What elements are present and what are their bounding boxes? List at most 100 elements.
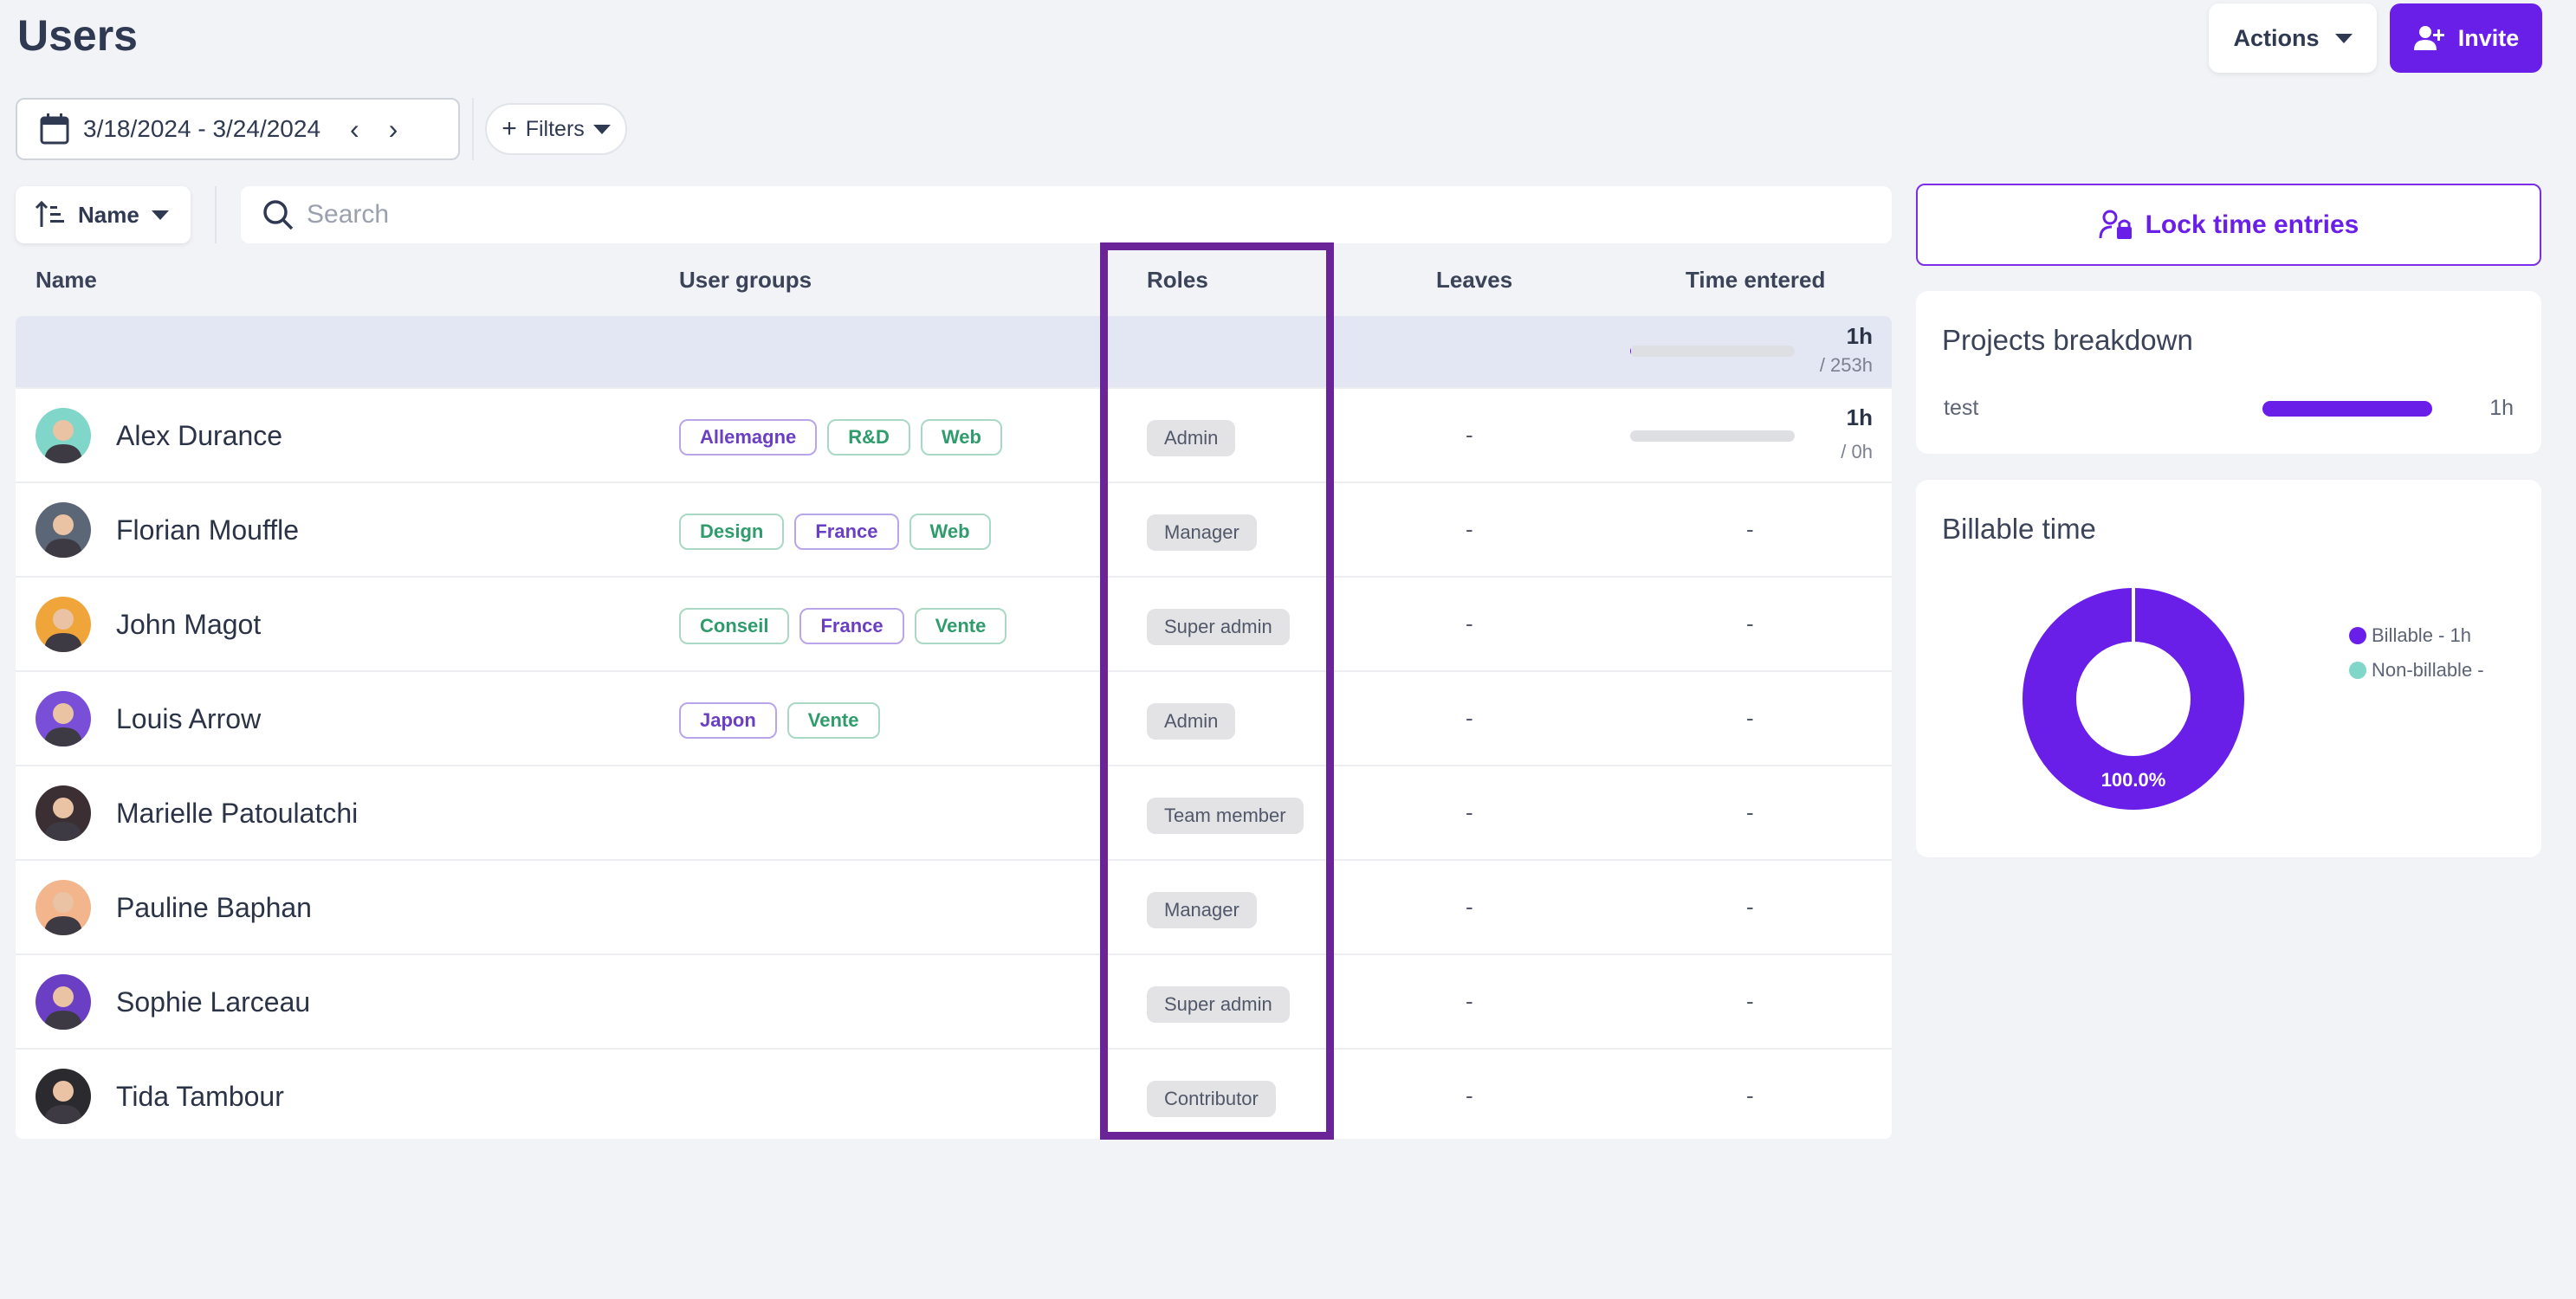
avatar [36,974,91,1030]
users-table: 1h / 253h Alex Durance Allemagne R&D Web Adm… [16,316,1892,1139]
page-title: Users [17,11,138,60]
table-row[interactable]: Marielle Patoulatchi Team member - - [16,765,1892,859]
filters-button[interactable]: + Filters [485,103,627,155]
total-capacity: / 253h [1819,354,1873,376]
search-icon [263,200,294,230]
time-entered-value: 1h [1846,404,1873,430]
group-tag[interactable]: Vente [914,608,1007,644]
time-entered-value: - [1746,611,1754,637]
time-entered-value: - [1746,516,1754,542]
invite-label: Invite [2457,24,2520,51]
divider [472,98,474,160]
projects-title: Projects breakdown [1942,324,2193,356]
user-name[interactable]: Louis Arrow [116,703,261,735]
search-box[interactable] [241,186,1892,243]
avatar [36,502,91,558]
leaves-value: - [1466,611,1473,637]
billable-donut-chart: 100.0% [2023,588,2244,810]
total-row: 1h / 253h [16,316,1892,387]
user-groups: Conseil France Vente [679,608,1007,644]
group-tag[interactable]: Japon [679,702,777,739]
actions-button[interactable]: Actions [2209,3,2377,73]
time-capacity: / 0h [1841,441,1873,462]
user-groups: Design France Web [679,514,991,550]
billable-title: Billable time [1942,513,2096,545]
table-row[interactable]: Pauline Baphan Manager - - [16,859,1892,953]
time-progress-bar [1630,430,1795,442]
time-entered-value: - [1746,894,1754,920]
plus-icon: + [502,114,517,143]
column-header-time[interactable]: Time entered [1686,267,1825,294]
avatar [36,785,91,841]
roles-column-highlight [1100,242,1334,1140]
leaves-value: - [1466,799,1473,825]
sort-button[interactable]: Name [16,186,191,243]
table-row[interactable]: Alex Durance Allemagne R&D Web Admin -1h/ 0h [16,387,1892,481]
user-name[interactable]: Pauline Baphan [116,892,312,924]
group-tag[interactable]: France [799,608,904,644]
date-range-picker[interactable]: 3/18/2024 - 3/24/2024 ‹ › [16,98,460,160]
total-progress-bar [1630,346,1795,357]
table-row[interactable]: Tida Tambour Contributor - - [16,1048,1892,1139]
sort-label: Name [78,201,139,228]
legend-item-non-billable: Non-billable - [2349,653,2484,688]
lock-label: Lock time entries [2145,210,2359,239]
user-groups: Japon Vente [679,702,880,739]
user-name[interactable]: Sophie Larceau [116,986,310,1018]
project-value: 1h [2489,396,2514,420]
group-tag[interactable]: Vente [786,702,880,739]
user-plus-icon [2413,26,2444,50]
column-header-leaves[interactable]: Leaves [1436,267,1512,294]
lock-time-entries-button[interactable]: Lock time entries [1916,184,2541,266]
leaves-value: - [1466,894,1473,920]
group-tag[interactable]: France [794,514,899,550]
time-entered-value: - [1746,799,1754,825]
divider [215,186,217,243]
leaves-value: - [1466,516,1473,542]
time-entered-value: - [1746,1082,1754,1108]
user-name[interactable]: Florian Mouffle [116,514,299,546]
group-tag[interactable]: R&D [827,419,910,456]
total-time: 1h [1846,323,1873,349]
invite-button[interactable]: Invite [2390,3,2542,73]
project-name: test [1944,396,1979,420]
chevron-right-icon[interactable]: › [389,113,398,145]
avatar [36,880,91,935]
legend-label-non-billable: Non-billable - [2372,659,2484,681]
user-name[interactable]: Tida Tambour [116,1081,284,1113]
user-lock-icon [2099,210,2132,239]
non-billable-dot-icon [2349,662,2366,679]
group-tag[interactable]: Web [909,514,991,550]
column-header-groups[interactable]: User groups [679,267,812,294]
project-bar [2262,401,2432,417]
caret-down-icon [2334,33,2353,43]
user-name[interactable]: Marielle Patoulatchi [116,798,358,830]
user-name[interactable]: Alex Durance [116,420,282,452]
table-row[interactable]: John Magot Conseil France Vente Super admin -… [16,576,1892,670]
chevron-left-icon[interactable]: ‹ [350,113,359,145]
table-row[interactable]: Florian Mouffle Design France Web Manager - - [16,481,1892,576]
avatar [36,408,91,463]
leaves-value: - [1466,1082,1473,1108]
legend-item-billable: Billable - 1h [2349,618,2484,653]
search-input[interactable] [307,200,1779,229]
avatar [36,1069,91,1124]
projects-breakdown-card: Projects breakdown test 1h [1916,291,2541,454]
time-entered-value: - [1746,988,1754,1014]
avatar [36,597,91,652]
column-header-name[interactable]: Name [36,267,97,294]
group-tag[interactable]: Design [679,514,785,550]
table-row[interactable]: Sophie Larceau Super admin - - [16,953,1892,1048]
total-progress-fill [1630,346,1631,357]
group-tag[interactable]: Allemagne [679,419,818,456]
actions-label: Actions [2233,24,2320,51]
sort-ascending-icon [35,201,64,227]
user-name[interactable]: John Magot [116,609,261,641]
group-tag[interactable]: Web [920,419,1002,456]
table-row[interactable]: Louis Arrow Japon Vente Admin - - [16,670,1892,765]
leaves-value: - [1466,988,1473,1014]
date-range-label: 3/18/2024 - 3/24/2024 [83,115,321,142]
group-tag[interactable]: Conseil [679,608,790,644]
table-header: Name User groups Roles Leaves Time enter… [16,251,1892,316]
leaves-value: - [1466,705,1473,731]
